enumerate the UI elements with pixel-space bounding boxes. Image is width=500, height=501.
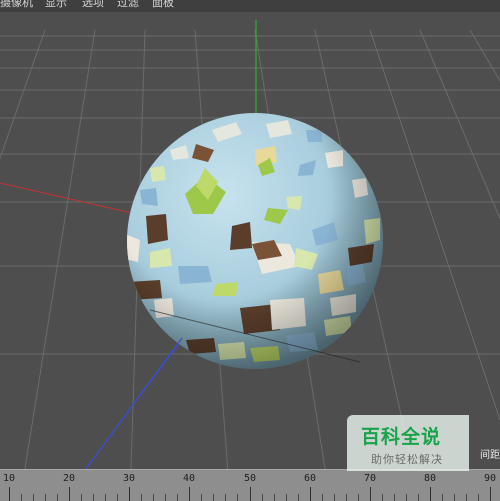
timeline-tick-label: 20 <box>62 473 76 484</box>
grid-spacing-label: 间距 <box>480 450 500 461</box>
watermark-subtitle: 助你轻松解决 <box>371 453 443 466</box>
menu-filter[interactable]: 过滤 <box>117 0 139 10</box>
watermark-title: 百科全说 <box>361 426 442 448</box>
timeline-ruler[interactable]: 10 20 30 40 50 60 70 80 90 <box>0 469 500 501</box>
timeline-tick-label: 80 <box>423 473 437 484</box>
timeline-tick-label: 40 <box>182 473 196 484</box>
axis-z-foreground <box>84 337 183 471</box>
timeline-tick <box>250 487 251 501</box>
timeline-tick <box>9 487 10 501</box>
timeline-tick-label: 10 <box>2 473 16 484</box>
watermark-logo: 百科全说 助你轻松解决 <box>347 415 469 471</box>
timeline-tick-label: 70 <box>363 473 377 484</box>
timeline-tick <box>430 487 431 501</box>
timeline-tick <box>310 487 311 501</box>
timeline-tick <box>129 487 130 501</box>
timeline-tick <box>370 487 371 501</box>
textured-sphere[interactable] <box>120 113 383 369</box>
menu-options[interactable]: 选项 <box>82 0 104 10</box>
timeline-tick <box>69 487 70 501</box>
menu-display[interactable]: 显示 <box>45 0 67 10</box>
timeline-tick-label: 50 <box>243 473 257 484</box>
menu-panel[interactable]: 面板 <box>152 0 174 10</box>
timeline-tick-label: 60 <box>303 473 317 484</box>
timeline-tick <box>189 487 190 501</box>
viewport-menu-bar: 摄像机 显示 选项 过滤 面板 <box>0 0 500 12</box>
menu-camera[interactable]: 摄像机 <box>0 0 33 10</box>
timeline-tick <box>490 487 491 501</box>
timeline-tick-label: 30 <box>122 473 136 484</box>
timeline-tick-label: 90 <box>483 473 497 484</box>
